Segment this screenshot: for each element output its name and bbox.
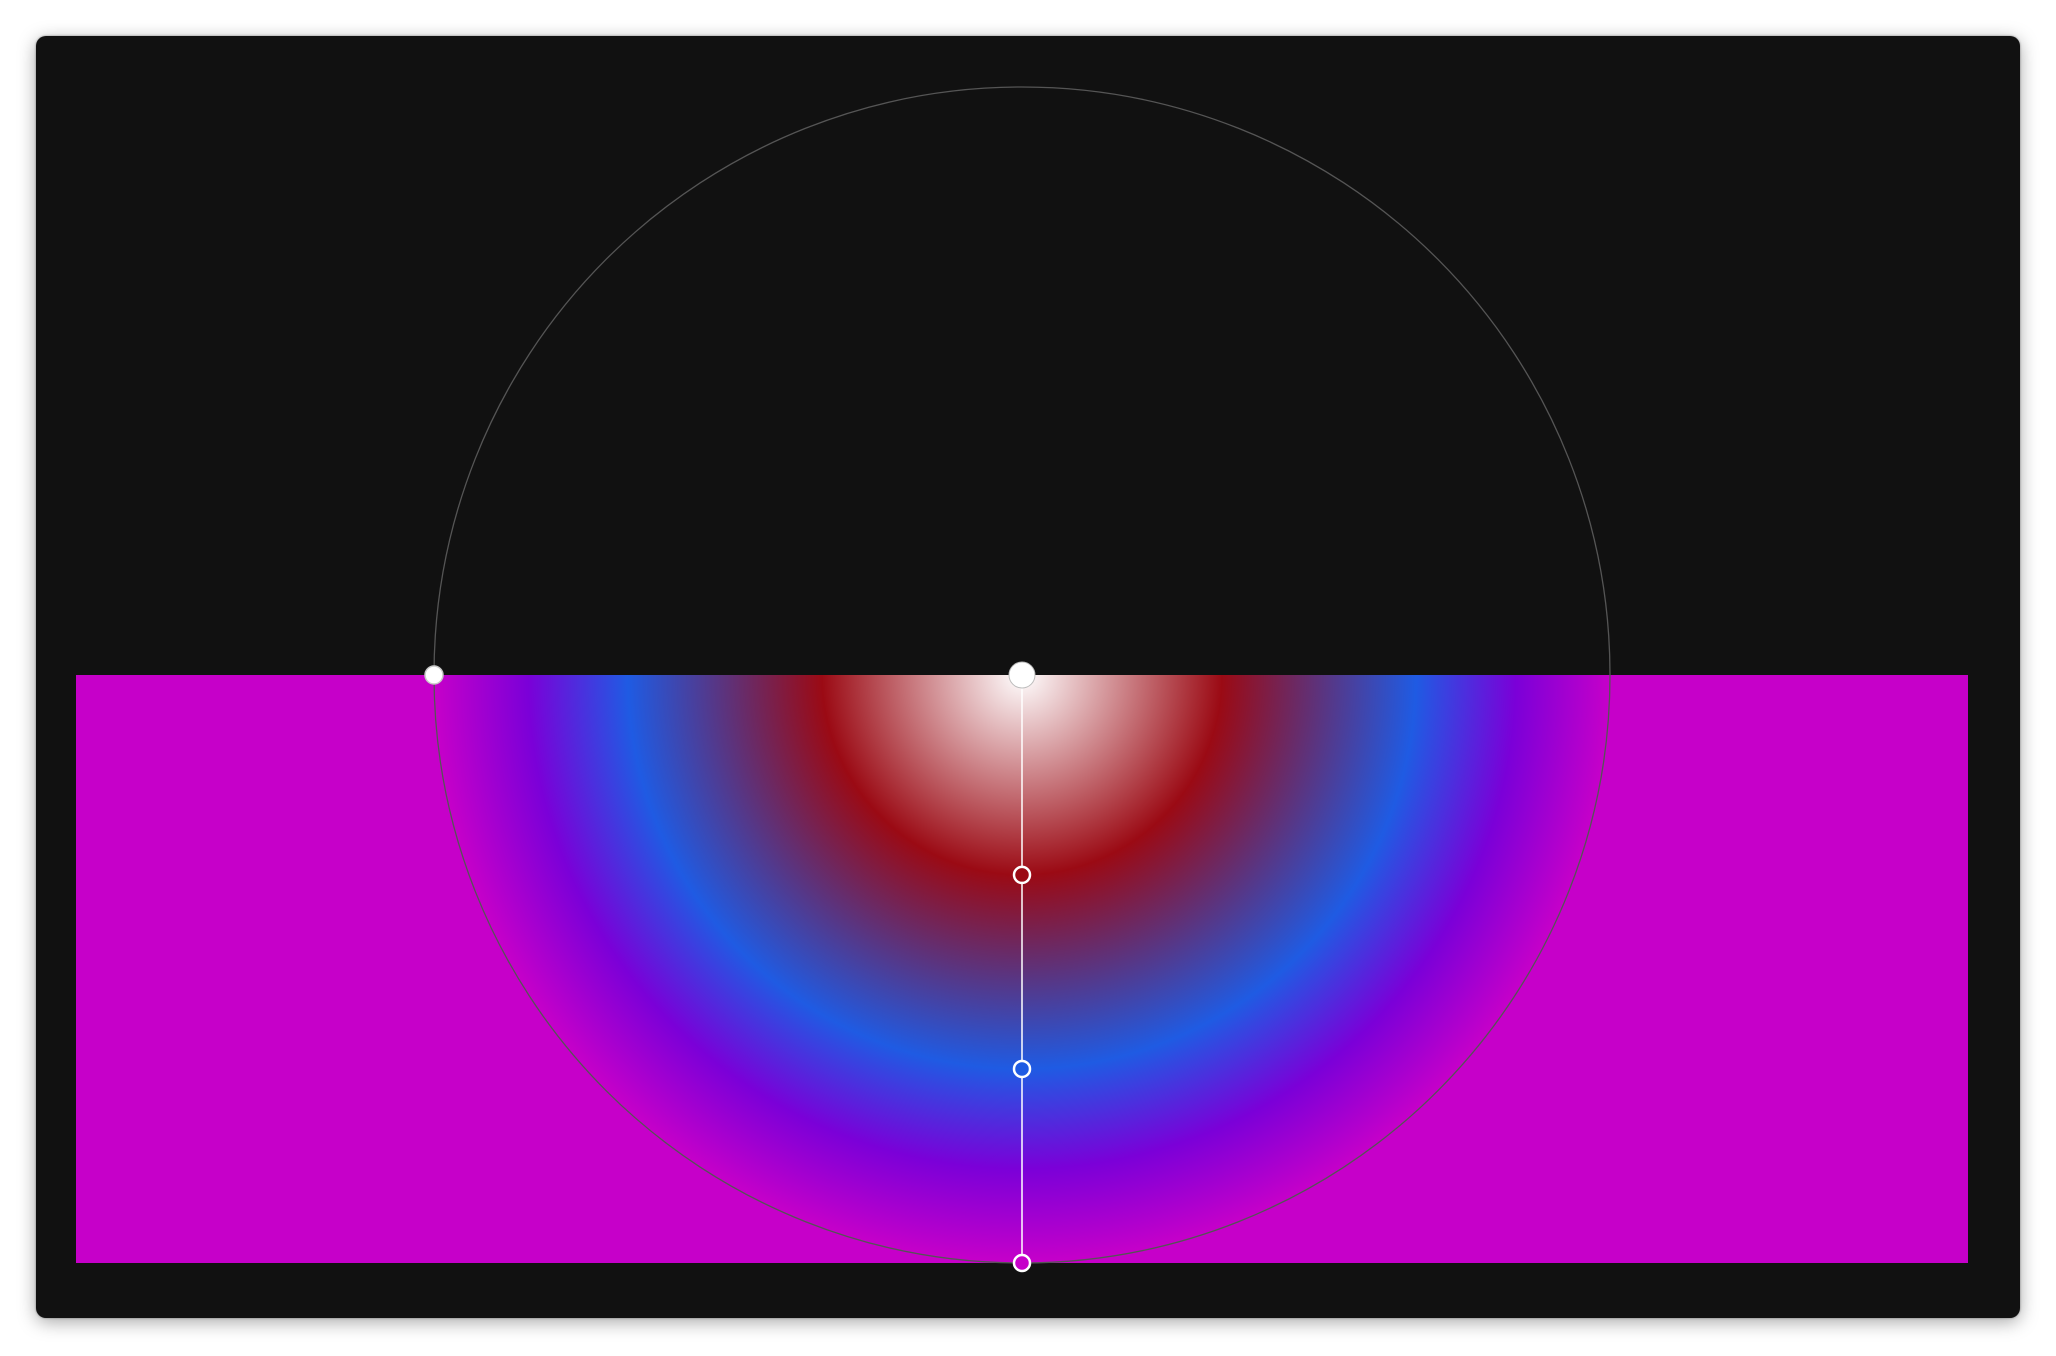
gradient-center-handle[interactable]: [1008, 661, 1036, 689]
stop-handle-blue[interactable]: [1012, 1059, 1032, 1079]
canvas-window: [36, 36, 2020, 1318]
radius-handle[interactable]: [424, 665, 444, 685]
stop-handle-end[interactable]: [1012, 1253, 1032, 1273]
stop-handle-red[interactable]: [1012, 865, 1032, 885]
